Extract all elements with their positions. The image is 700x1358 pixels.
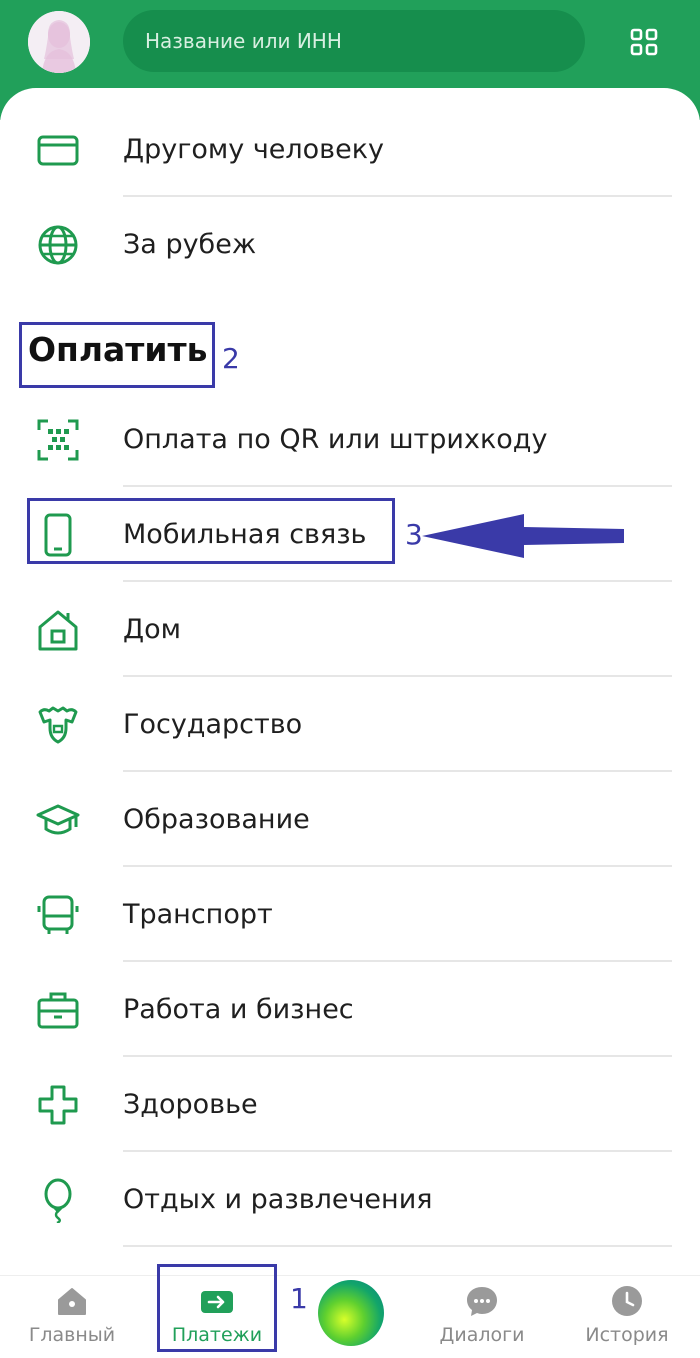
list-item-label: Другому человеку — [123, 134, 384, 165]
list-item-transport[interactable]: Транспорт — [0, 867, 700, 962]
list-item-health[interactable]: Здоровье — [0, 1057, 700, 1152]
assistant-orb-icon[interactable] — [318, 1280, 384, 1346]
nav-label: Диалоги — [439, 1324, 525, 1346]
list-item-work-business[interactable]: Работа и бизнес — [0, 962, 700, 1057]
list-item-transfer-person[interactable]: Другому человеку — [0, 102, 700, 197]
briefcase-icon — [34, 986, 82, 1034]
search-input[interactable] — [123, 10, 585, 72]
qr-scan-icon — [34, 416, 82, 464]
list-item-transfer-abroad[interactable]: За рубеж — [0, 197, 700, 292]
nav-label: История — [585, 1324, 669, 1346]
list-item-label: Государство — [123, 709, 303, 740]
list-item-home[interactable]: Дом — [0, 582, 700, 677]
annotation-arrow-icon — [422, 514, 624, 558]
balloon-icon — [34, 1176, 82, 1224]
graduation-cap-icon — [34, 796, 82, 844]
list-item-label: Образование — [123, 804, 310, 835]
search-field[interactable] — [123, 10, 585, 72]
grid-icon-glyph — [630, 28, 658, 56]
list-item-label: Дом — [123, 614, 181, 645]
annotation-number-1: 1 — [290, 1282, 308, 1315]
globe-icon — [34, 221, 82, 269]
avatar[interactable] — [28, 11, 90, 73]
health-cross-icon — [34, 1081, 82, 1129]
profile-silhouette-icon — [28, 11, 90, 73]
list-item-label: Транспорт — [123, 899, 273, 930]
chat-bubble-icon — [465, 1284, 499, 1318]
list-item-label: Здоровье — [123, 1089, 258, 1120]
house-icon — [34, 606, 82, 654]
home-icon — [55, 1284, 89, 1318]
list-item-label: Оплата по QR или штрихкоду — [123, 424, 548, 455]
list-item-leisure[interactable]: Отдых и развлечения — [0, 1152, 700, 1247]
annotation-number-2: 2 — [222, 342, 240, 375]
grid-icon[interactable] — [622, 20, 666, 64]
list-item-label: За рубеж — [123, 229, 257, 260]
list-item-qr-payment[interactable]: Оплата по QR или штрихкоду — [0, 392, 700, 487]
nav-label: Главный — [28, 1324, 116, 1346]
card-icon — [34, 126, 82, 174]
nav-item-history[interactable]: История — [577, 1276, 677, 1358]
nav-item-main[interactable]: Главный — [22, 1276, 122, 1358]
annotation-box-2 — [19, 322, 215, 388]
list-item-label: Работа и бизнес — [123, 994, 354, 1025]
list-item-education[interactable]: Образование — [0, 772, 700, 867]
divider — [123, 1245, 672, 1247]
annotation-box-1 — [157, 1264, 277, 1352]
annotation-box-3 — [27, 498, 395, 564]
bus-icon — [34, 891, 82, 939]
government-emblem-icon — [34, 701, 82, 749]
nav-item-dialogs[interactable]: Диалоги — [432, 1276, 532, 1358]
list-item-label: Отдых и развлечения — [123, 1184, 433, 1215]
list-item-government[interactable]: Государство — [0, 677, 700, 772]
clock-icon — [610, 1284, 644, 1318]
